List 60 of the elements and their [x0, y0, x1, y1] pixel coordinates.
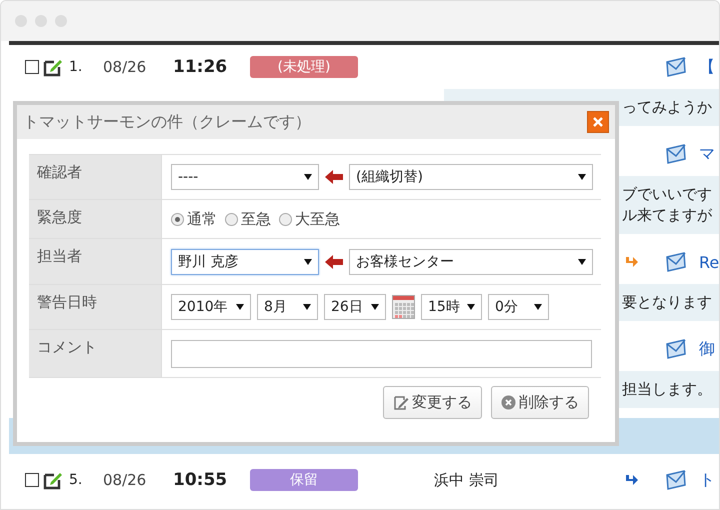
year-select[interactable]: 2010年 — [171, 294, 251, 320]
mail-icon[interactable] — [665, 338, 687, 360]
caret-icon — [304, 174, 312, 180]
mail-subject-link[interactable]: 御 — [699, 338, 719, 360]
dialog-title: トマットサーモンの件（クレームです） — [23, 112, 311, 132]
mail-subject-link[interactable]: マ — [699, 144, 719, 164]
close-icon — [592, 116, 604, 128]
caret-icon — [467, 304, 475, 310]
radio-option[interactable]: 至急 — [225, 210, 271, 228]
status-badge: (未処理) — [250, 56, 358, 78]
edit-icon — [393, 394, 409, 410]
mail-icon[interactable] — [665, 469, 687, 491]
caret-icon — [371, 304, 379, 310]
status-badge: 保留 — [250, 469, 358, 491]
field-label: コメント — [29, 330, 162, 377]
caret-icon — [303, 304, 311, 310]
field-label: 担当者 — [29, 239, 162, 284]
group-select[interactable]: お客様センター — [349, 248, 593, 274]
row-date: 08/26 — [103, 471, 148, 489]
group-select[interactable]: (組織切替) — [349, 164, 593, 190]
comment-field[interactable] — [171, 340, 592, 368]
close-button[interactable] — [587, 111, 609, 133]
mail-subject-link[interactable]: Re — [699, 252, 719, 272]
field-label: 警告日時 — [29, 285, 162, 329]
left-arrow-icon — [325, 170, 343, 184]
hour-select[interactable]: 15時 — [421, 294, 482, 320]
delete-icon — [501, 395, 516, 410]
checkbox[interactable] — [25, 473, 39, 487]
minute-select[interactable]: 0分 — [488, 294, 549, 320]
checkbox[interactable] — [25, 60, 39, 74]
row-date: 08/26 — [103, 58, 148, 76]
assignee-name: 浜中 崇司 — [434, 470, 500, 490]
caret-icon — [236, 304, 244, 310]
radio-option[interactable]: 通常 — [171, 210, 217, 228]
radio-option[interactable]: 大至急 — [279, 210, 340, 228]
row-number: 5. — [69, 472, 84, 488]
person-select[interactable]: ---- — [171, 164, 319, 190]
mail-icon[interactable] — [665, 251, 687, 273]
day-select[interactable]: 26日 — [324, 294, 386, 320]
edit-icon[interactable] — [43, 57, 65, 77]
row-number: 1. — [69, 59, 84, 75]
row-time: 10:55 — [173, 470, 228, 490]
field-label: 確認者 — [29, 155, 162, 199]
caret-icon — [578, 258, 586, 264]
left-arrow-icon — [325, 254, 343, 268]
mail-icon[interactable] — [665, 143, 687, 165]
calendar-icon[interactable] — [392, 295, 415, 319]
mail-subject-link[interactable]: ト — [699, 470, 719, 490]
caret-icon — [534, 304, 542, 310]
person-select[interactable]: 野川 克彦 — [171, 248, 319, 274]
edit-button[interactable]: 変更する — [383, 386, 482, 419]
caret-icon — [304, 258, 312, 264]
mail-icon[interactable] — [665, 56, 687, 78]
month-select[interactable]: 8月 — [257, 294, 318, 320]
edit-icon[interactable] — [43, 470, 65, 490]
row-time: 11:26 — [173, 57, 228, 77]
field-label: 緊急度 — [29, 200, 162, 238]
caret-icon — [578, 174, 586, 180]
delete-button[interactable]: 削除する — [491, 386, 589, 419]
mail-subject-link[interactable]: 【 — [699, 56, 719, 78]
